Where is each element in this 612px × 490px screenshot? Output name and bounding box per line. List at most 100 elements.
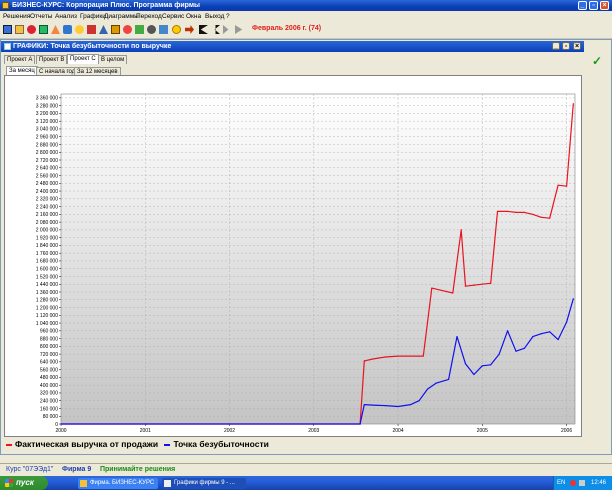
- maximize-button[interactable]: ▫: [589, 1, 598, 10]
- y-tick-label: 2 000 000: [36, 228, 58, 234]
- tab-overall[interactable]: В целом: [98, 55, 128, 64]
- y-tick-label: 800 000: [40, 344, 58, 350]
- clock: 12:46: [591, 480, 607, 486]
- tray-app-icon[interactable]: [570, 480, 576, 486]
- menu-graphs[interactable]: Графики: [80, 11, 106, 22]
- app-icon: [2, 2, 9, 9]
- menu-service[interactable]: Сервис: [162, 11, 184, 22]
- y-tick-label: 2 080 000: [36, 220, 58, 226]
- revenue-point: [397, 355, 399, 357]
- info-icon[interactable]: [159, 25, 168, 34]
- plot-background: [60, 93, 576, 425]
- next-icon[interactable]: [223, 25, 229, 34]
- chart-icon[interactable]: [27, 25, 36, 34]
- graph-window-icon: [4, 43, 11, 50]
- language-indicator[interactable]: EN: [557, 476, 565, 490]
- folder-icon[interactable]: [15, 25, 24, 34]
- y-tick-label: 640 000: [40, 360, 58, 366]
- x-tick-label: 2003: [308, 428, 319, 434]
- tab-project-a[interactable]: Проект А: [4, 55, 36, 64]
- task-firm[interactable]: Фирма. БИЗНЕС-КУРС: [78, 478, 158, 489]
- menu-help[interactable]: ?: [226, 11, 230, 22]
- start-button[interactable]: пуск: [0, 476, 48, 490]
- prev-icon[interactable]: [214, 25, 220, 34]
- y-tick-label: 1 440 000: [36, 282, 58, 288]
- last-icon[interactable]: [235, 25, 243, 34]
- legend-breakeven: Точка безубыточности: [173, 439, 269, 449]
- y-tick-label: 1 280 000: [36, 298, 58, 304]
- y-tick-label: 0: [55, 422, 58, 428]
- report-icon[interactable]: [63, 25, 72, 34]
- breakeven-point: [540, 333, 542, 335]
- graph-close-button[interactable]: ×: [573, 42, 581, 50]
- warning-icon[interactable]: [51, 25, 60, 34]
- legend-swatch-revenue: [6, 443, 12, 446]
- breakeven-point: [363, 403, 365, 406]
- menu-decisions[interactable]: Решения: [3, 11, 30, 22]
- menu-exit[interactable]: Выход: [205, 11, 224, 22]
- analysis-icon[interactable]: [111, 25, 120, 34]
- system-tray: EN 12:46: [553, 476, 612, 490]
- save-icon[interactable]: [3, 25, 12, 34]
- menu-diagrams[interactable]: Диаграммы: [104, 11, 139, 22]
- breakeven-point: [384, 404, 387, 407]
- breakeven-point: [397, 405, 399, 408]
- y-tick-label: 1 360 000: [36, 290, 58, 296]
- breakeven-point: [435, 382, 437, 384]
- revenue-point: [523, 211, 526, 214]
- volume-icon[interactable]: [579, 480, 585, 486]
- breakeven-point: [473, 373, 475, 376]
- graph-minimize-button[interactable]: _: [552, 42, 560, 50]
- y-tick-label: 320 000: [40, 391, 58, 397]
- y-tick-label: 2 960 000: [36, 135, 58, 141]
- first-icon[interactable]: [199, 25, 208, 34]
- stop-icon[interactable]: [87, 25, 96, 34]
- y-tick-label: 400 000: [40, 383, 58, 389]
- y-tick-label: 160 000: [40, 406, 58, 412]
- y-tick-label: 2 240 000: [36, 204, 58, 210]
- breakeven-point: [372, 404, 374, 406]
- breakeven-point: [557, 338, 559, 341]
- revenue-point: [422, 355, 424, 357]
- revenue-point: [452, 292, 454, 294]
- task-firm-icon: [80, 480, 87, 487]
- arrow-right-icon[interactable]: [185, 25, 194, 34]
- graph-window-title: ГРАФИКИ: Точка безубыточности по выручке: [13, 43, 172, 50]
- smile-icon[interactable]: [172, 25, 181, 34]
- calc-icon[interactable]: [135, 25, 144, 34]
- settings-icon[interactable]: [147, 25, 156, 34]
- y-tick-label: 2 720 000: [36, 158, 58, 164]
- target-icon[interactable]: [123, 25, 132, 34]
- x-tick-label: 2002: [224, 428, 235, 434]
- app-title-bar: БИЗНЕС-КУРС: Корпорация Плюс. Программа …: [0, 0, 612, 11]
- coin-icon[interactable]: [75, 25, 84, 34]
- breakeven-point: [515, 350, 517, 352]
- task-graphs-icon: [164, 480, 171, 487]
- y-tick-label: 3 040 000: [36, 127, 58, 133]
- y-tick-label: 1 680 000: [36, 259, 58, 265]
- menu-navigate[interactable]: Переход: [136, 11, 162, 22]
- breakeven-point: [481, 365, 483, 367]
- menu-windows[interactable]: Окна: [186, 11, 201, 22]
- y-tick-label: 3 360 000: [36, 96, 58, 102]
- task-graphs[interactable]: Графики фирмы 9 - ...: [162, 478, 246, 489]
- tab-project-b[interactable]: Проект В: [36, 55, 68, 64]
- check-icon[interactable]: ✓: [592, 54, 602, 68]
- breakeven-point: [498, 353, 500, 355]
- menu-analysis[interactable]: Анализ: [55, 11, 77, 22]
- close-button[interactable]: ×: [600, 1, 609, 10]
- x-tick-label: 2001: [140, 428, 151, 434]
- revenue-point: [460, 229, 462, 231]
- task-graphs-label: Графики фирмы 9 - ...: [174, 480, 235, 486]
- tab-project-c[interactable]: Проект С: [67, 54, 99, 64]
- revenue-point: [565, 185, 568, 187]
- table-icon[interactable]: [39, 25, 48, 34]
- revenue-point: [372, 358, 374, 360]
- breakeven-point: [359, 423, 361, 425]
- minimize-button[interactable]: _: [578, 1, 587, 10]
- graph-maximize-button[interactable]: ▫: [562, 42, 570, 50]
- breakeven-point: [456, 336, 458, 338]
- graph-icon[interactable]: [99, 25, 108, 34]
- menu-reports[interactable]: Отчеты: [30, 11, 52, 22]
- breakeven-point: [490, 364, 492, 366]
